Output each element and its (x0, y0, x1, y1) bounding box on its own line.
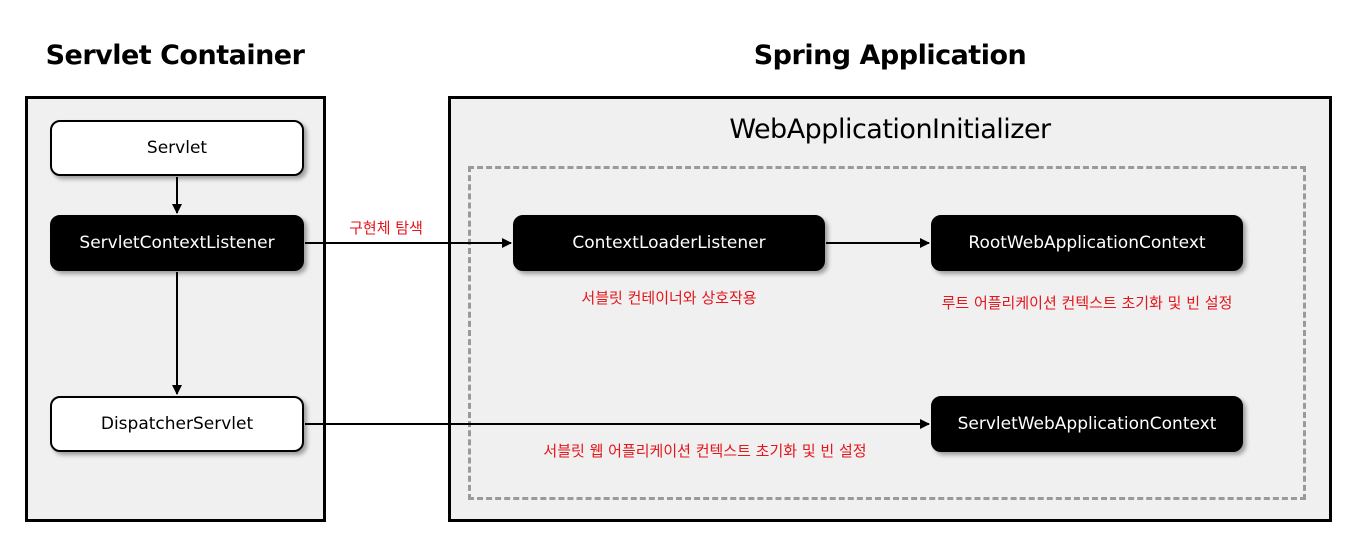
context-loader-listener-note: 서블릿 컨테이너와 상호작용 (581, 289, 757, 307)
servlet-node: Servlet (50, 120, 304, 176)
root-web-application-context-node: RootWebApplicationContext (931, 215, 1243, 271)
context-loader-listener-node: ContextLoaderListener (513, 215, 825, 271)
servlet-context-listener-node: ServletContextListener (50, 215, 304, 271)
servlet-web-application-context-node: ServletWebApplicationContext (931, 396, 1243, 452)
root-context-note: 루트 어플리케이션 컨텍스트 초기화 및 빈 설정 (941, 294, 1233, 312)
dispatcher-servlet-node: DispatcherServlet (50, 396, 304, 452)
connectors (172, 177, 930, 429)
servlet-context-note: 서블릿 웹 어플리케이션 컨텍스트 초기화 및 빈 설정 (543, 442, 867, 460)
implementation-search-label: 구현체 탐색 (349, 219, 423, 237)
